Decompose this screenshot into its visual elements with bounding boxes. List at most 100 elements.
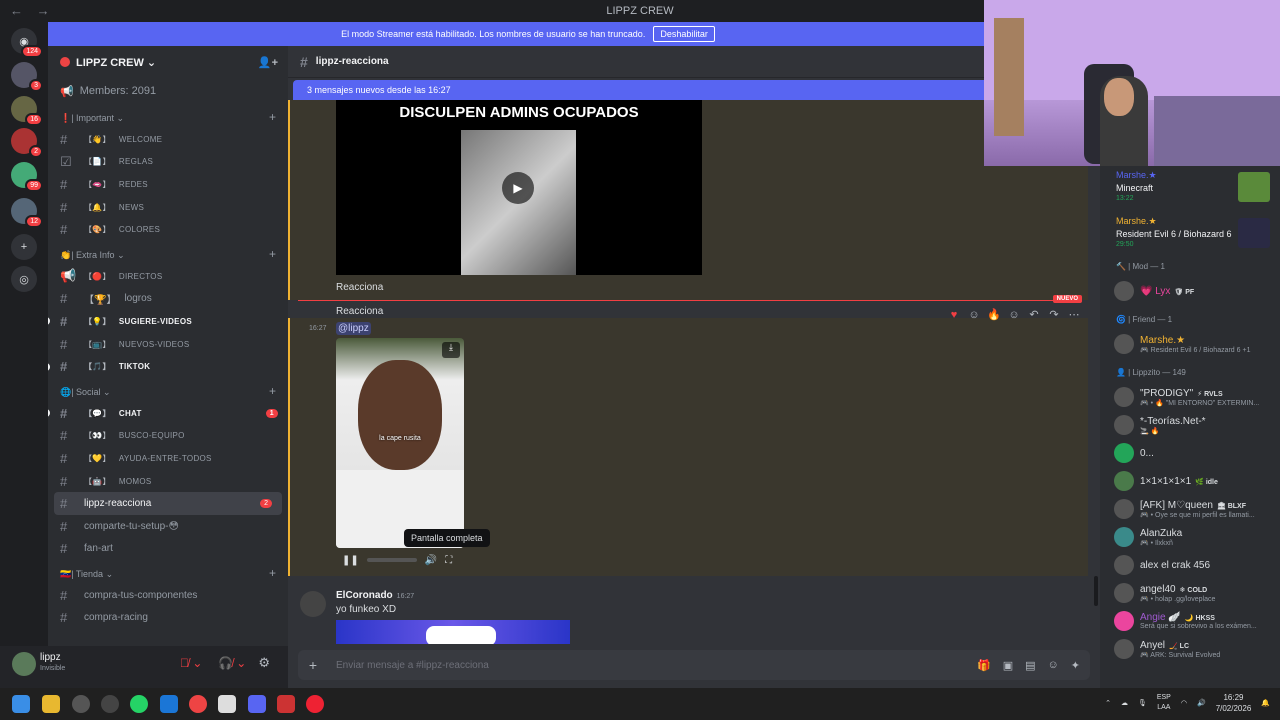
- new-messages-bar[interactable]: 3 mensajes nuevos desde las 16:27: [293, 80, 993, 100]
- explore-icon[interactable]: ◎: [11, 266, 37, 292]
- apps-icon[interactable]: ✦: [1071, 659, 1080, 672]
- channel-busco-equipo[interactable]: # 【👀】 busco-equipo: [48, 425, 288, 448]
- channel-comparte-setup[interactable]: # comparte-tu-setup-😳: [48, 515, 288, 538]
- message-author[interactable]: ElCoronado 16:27: [336, 590, 414, 601]
- category-extra-info[interactable]: 👏| Extra Info ⌄ +: [48, 241, 288, 265]
- channel-momos[interactable]: # 【🤖】 momos: [48, 470, 288, 493]
- reply-icon[interactable]: ↶: [1026, 308, 1042, 321]
- obs-icon[interactable]: [72, 695, 90, 713]
- guild-header[interactable]: LIPPZ CREW ⌄ 👤+: [48, 46, 288, 78]
- member-item[interactable]: 1×1×1×1×1 🌿 idle: [1100, 467, 1280, 495]
- add-channel-icon[interactable]: +: [269, 110, 276, 124]
- add-reaction-icon[interactable]: ☺: [1006, 309, 1022, 321]
- fire-reaction-icon[interactable]: 🔥: [986, 308, 1002, 321]
- mail-icon[interactable]: [160, 695, 178, 713]
- chevron-up-icon[interactable]: ⌃: [1105, 699, 1111, 707]
- mic-muted-icon[interactable]: 🎙̸ ⌄: [180, 656, 202, 670]
- server-2-icon[interactable]: 16: [11, 96, 43, 126]
- netflix-icon[interactable]: [277, 695, 295, 713]
- forward-icon[interactable]: ↷: [1046, 308, 1062, 321]
- channel-news[interactable]: # 【🔔】 news: [48, 196, 288, 219]
- channel-ayuda[interactable]: # 【💛】 ayuda-entre-todos: [48, 447, 288, 470]
- wifi-icon[interactable]: ◠: [1181, 699, 1187, 707]
- message-input[interactable]: Enviar mensaje a #lippz-reacciona: [336, 660, 489, 671]
- category-social[interactable]: 🌐| Social ⌄ +: [48, 378, 288, 402]
- channel-tiktok[interactable]: # 【🎵】 tiktok: [48, 355, 288, 378]
- channel-nuevos-videos[interactable]: # 【📺】 nuevos-videos: [48, 333, 288, 356]
- category-important[interactable]: ❗| Important ⌄ +: [48, 104, 288, 128]
- progress-bar[interactable]: [366, 558, 417, 562]
- volume-icon[interactable]: 🔊: [1197, 699, 1206, 707]
- server-4-icon[interactable]: 99: [11, 162, 43, 192]
- add-server-icon[interactable]: +: [11, 234, 37, 260]
- channel-chat[interactable]: # 【💬】 chat 1: [48, 402, 288, 425]
- user-mention[interactable]: @lippz: [336, 322, 371, 335]
- server-3-icon[interactable]: 2: [11, 128, 43, 158]
- image-attachment[interactable]: [336, 620, 570, 644]
- cloud-icon[interactable]: ☁: [1121, 699, 1128, 707]
- channel-colores[interactable]: # 【🎨】 colores: [48, 218, 288, 241]
- avatar[interactable]: [12, 652, 36, 676]
- music-icon[interactable]: [306, 695, 324, 713]
- more-icon[interactable]: ⋯: [1066, 308, 1082, 321]
- member-item[interactable]: 💗 Lyx 🛡 PF: [1100, 277, 1280, 305]
- notification-icon[interactable]: 🔔: [1261, 699, 1270, 707]
- whatsapp-icon[interactable]: [130, 695, 148, 713]
- attach-icon[interactable]: +: [298, 657, 328, 673]
- server-5-icon[interactable]: 12: [11, 198, 43, 228]
- gear-icon[interactable]: ⚙: [258, 655, 270, 671]
- channel-reglas[interactable]: ☑ 【📄】 reglas: [48, 151, 288, 174]
- emoji-reaction-icon[interactable]: ☺: [966, 309, 982, 321]
- member-item[interactable]: alex el crak 456: [1100, 551, 1280, 579]
- channel-sugiere-videos[interactable]: # 【💡】 sugiere-videos: [48, 310, 288, 333]
- channel-fan-art[interactable]: # fan-art: [48, 538, 288, 561]
- channel-lippz-reacciona[interactable]: # lippz-reacciona 2: [54, 492, 282, 515]
- channel-compra-racing[interactable]: # compra-racing: [48, 607, 288, 630]
- activity-card[interactable]: Marshe.★ Resident Evil 6 / Biohazard 6 2…: [1100, 212, 1280, 252]
- language-indicator[interactable]: ESP LAA: [1157, 693, 1171, 713]
- deafen-icon[interactable]: 🎧̸ ⌄: [218, 656, 246, 670]
- category-tienda[interactable]: 🇻🇪| Tienda ⌄ +: [48, 560, 288, 584]
- member-item[interactable]: AlanZuka 🎮 • Ilxkxñ: [1100, 523, 1280, 551]
- windows-start-icon[interactable]: [12, 695, 30, 713]
- avatar[interactable]: [300, 591, 326, 617]
- mic-icon[interactable]: 🎙: [1138, 699, 1147, 707]
- discord-icon[interactable]: [248, 695, 266, 713]
- chrome-icon[interactable]: [189, 695, 207, 713]
- add-channel-icon[interactable]: +: [269, 384, 276, 398]
- volume-icon[interactable]: 🔊: [425, 555, 437, 566]
- play-icon[interactable]: ▶: [502, 172, 534, 204]
- add-channel-icon[interactable]: +: [269, 566, 276, 580]
- video-attachment[interactable]: la cape rusita ⤓: [336, 338, 464, 548]
- clock[interactable]: 16:29 7/02/2026: [1216, 692, 1252, 714]
- member-item[interactable]: "PRODIGY" ⚡ RVLS 🎮 • 🔥 "MI ENTORNO" EXTERM…: [1100, 383, 1280, 411]
- disable-streamer-button[interactable]: Deshabilitar: [653, 26, 715, 42]
- activity-card[interactable]: Marshe.★ Minecraft 13:22: [1100, 166, 1280, 206]
- channel-welcome[interactable]: # 【👋】 welcome: [48, 128, 288, 151]
- emoji-icon[interactable]: ☺: [1048, 659, 1059, 672]
- video-attachment[interactable]: DISCULPEN ADMINS OCUPADOS ▶: [336, 100, 702, 275]
- sticker-icon[interactable]: ▤: [1025, 659, 1035, 672]
- pause-icon[interactable]: ❚❚: [342, 555, 359, 566]
- member-item[interactable]: *-Teorías.Net-* 🚬 🔥: [1100, 411, 1280, 439]
- channel-redes[interactable]: # 【🫦】 redes: [48, 173, 288, 196]
- channel-directos[interactable]: 📢 【🔴】 directos: [48, 265, 288, 288]
- capcut-icon[interactable]: [218, 695, 236, 713]
- member-item[interactable]: Anyel 🏒 LC 🎮 ARK: Survival Evolved: [1100, 635, 1280, 663]
- member-item[interactable]: angel40 ❄ COLD 🎮 • holap .gg/loveplace: [1100, 579, 1280, 607]
- download-icon[interactable]: ⤓: [442, 342, 460, 358]
- invite-icon[interactable]: 👤+: [258, 56, 278, 69]
- member-item[interactable]: 0...: [1100, 439, 1280, 467]
- gif-icon[interactable]: ▣: [1003, 659, 1013, 672]
- server-1-icon[interactable]: 3: [11, 62, 43, 92]
- scrollbar[interactable]: [1094, 576, 1098, 606]
- discord-home-icon[interactable]: ◉ 124: [11, 28, 43, 58]
- file-explorer-icon[interactable]: [42, 695, 60, 713]
- member-item[interactable]: Angie 🪽 🌙 HKSS Será que si sobrevivo a los…: [1100, 607, 1280, 635]
- member-item[interactable]: Marshe.★ 🎮 Resident Evil 6 / Biohazard 6 …: [1100, 330, 1280, 358]
- channel-compra-componentes[interactable]: # compra-tus-componentes: [48, 584, 288, 607]
- app-icon[interactable]: [101, 695, 119, 713]
- channel-logros[interactable]: # 【🏆】 logros: [48, 288, 288, 311]
- gift-icon[interactable]: 🎁: [977, 659, 991, 672]
- heart-reaction-icon[interactable]: ♥: [946, 309, 962, 321]
